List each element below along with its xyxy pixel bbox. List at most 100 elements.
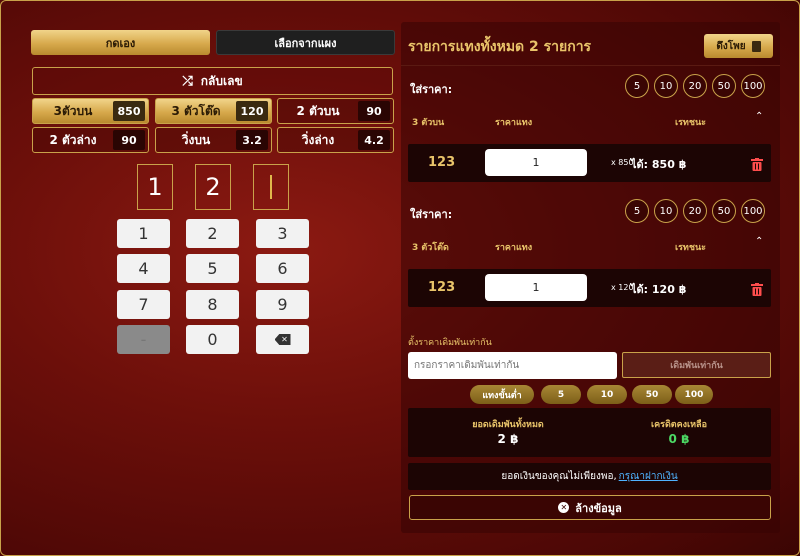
quick-amount-pill[interactable]: 100 [675, 385, 713, 404]
warning-text: ยอดเงินของคุณไม่เพียงพอ, [501, 471, 617, 482]
bet-row: 123 1 x 850 ได้: 850 ฿ [408, 144, 771, 182]
chevron-up-icon[interactable]: ⌃ [755, 236, 763, 247]
bet-type-rate: 4.2 [358, 130, 390, 150]
keypad-key-label: 7 [138, 295, 149, 314]
price-chip-50[interactable]: 50 [712, 74, 736, 98]
keypad-key-label: 4 [138, 259, 149, 278]
price-chip-100[interactable]: 100 [741, 199, 765, 223]
bet-type-rate: 90 [113, 130, 145, 150]
bet-type-label: 3 ตัวโต๊ด [171, 103, 221, 118]
bet-list-panel: รายการแทงทั้งหมด 2 รายการ ดึงโพย ใส่ราคา… [401, 22, 780, 533]
bet-win-amount: ได้: 120 ฿ [631, 283, 687, 296]
keypad-key-label: 6 [277, 259, 288, 278]
digit-box-1[interactable]: 1 [137, 164, 173, 210]
tab-manual[interactable]: กดเอง [31, 30, 210, 55]
bet-type-button[interactable]: 3ตัวบน 850 [32, 98, 149, 124]
price-chip-50[interactable]: 50 [712, 199, 736, 223]
backspace-icon: ✕ [274, 334, 291, 345]
total-bet-value: 2 ฿ [497, 432, 519, 446]
trash-icon[interactable] [751, 156, 763, 171]
keypad-key-label: 0 [207, 330, 218, 349]
same-price-input[interactable] [408, 352, 617, 379]
shuffle-icon: ⤮ [182, 73, 193, 89]
quick-amount-pill[interactable]: 10 [587, 385, 627, 404]
price-label: ใส่ราคา: [410, 83, 453, 96]
keypad-key-label: 9 [277, 295, 288, 314]
quick-amount-pill[interactable]: แทงขั้นต่ำ [470, 385, 534, 404]
bet-type-label: 2 ตัวล่าง [49, 132, 97, 147]
column-price: ราคาแทง [495, 243, 533, 253]
bet-type-heading: 3 ตัวบน [412, 118, 445, 128]
keypad-key-1[interactable]: 1 [117, 219, 170, 248]
keypad-key-label: 2 [207, 224, 218, 243]
price-chip-20[interactable]: 20 [683, 74, 707, 98]
quick-amount-pill[interactable]: 5 [541, 385, 581, 404]
bet-type-heading: 3 ตัวโต๊ด [412, 243, 449, 253]
text-caret [270, 175, 272, 199]
column-win-rate: เรทชนะ [675, 118, 706, 128]
keypad-key-9[interactable]: 9 [256, 290, 309, 319]
column-win-rate: เรทชนะ [675, 243, 706, 253]
price-chip-100[interactable]: 100 [741, 74, 765, 98]
shuffle-button[interactable]: ⤮ กลับเลข [32, 67, 393, 95]
bet-type-rate: 850 [113, 101, 145, 121]
bet-type-label: วิ่งล่าง [301, 132, 335, 147]
keypad-key-4[interactable]: 4 [117, 254, 170, 283]
bet-type-button[interactable]: วิ่งล่าง 4.2 [277, 127, 394, 153]
keypad-key-5[interactable]: 5 [186, 254, 239, 283]
bet-type-button[interactable]: 3 ตัวโต๊ด 120 [155, 98, 272, 124]
bet-type-label: 2 ตัวบน [296, 103, 340, 118]
bet-type-label: 3ตัวบน [53, 103, 93, 118]
bet-amount-input[interactable]: 1 [485, 149, 587, 176]
digit-box-3[interactable] [253, 164, 289, 210]
clear-button[interactable]: ✕ ล้างข้อมูล [409, 495, 771, 520]
keypad-key-7[interactable]: 7 [117, 290, 170, 319]
deposit-link[interactable]: กรุณาฝากเงิน [619, 469, 678, 484]
price-chip-10[interactable]: 10 [654, 74, 678, 98]
credit-value: 0 ฿ [668, 432, 690, 446]
bet-type-button[interactable]: 2 ตัวล่าง 90 [32, 127, 149, 153]
total-bet-label: ยอดเดิมพันทั้งหมด [472, 420, 544, 430]
bet-type-button[interactable]: วิ่งบน 3.2 [155, 127, 272, 153]
same-price-button[interactable]: เดิมพันเท่ากัน [622, 352, 771, 378]
keypad-key-label: 5 [207, 259, 218, 278]
digit-value: 1 [147, 173, 163, 201]
trash-icon[interactable] [751, 281, 763, 296]
chevron-up-icon[interactable]: ⌃ [755, 111, 763, 122]
column-price: ราคาแทง [495, 118, 533, 128]
bet-type-button[interactable]: 2 ตัวบน 90 [277, 98, 394, 124]
backspace-key[interactable]: ✕ [256, 325, 309, 354]
price-chip-5[interactable]: 5 [625, 199, 649, 223]
keypad-key-6[interactable]: 6 [256, 254, 309, 283]
keypad-key-8[interactable]: 8 [186, 290, 239, 319]
keypad-key-label: - [140, 330, 147, 349]
document-icon [751, 40, 761, 52]
keypad-key-label: 1 [138, 224, 149, 243]
clear-icon: ✕ [558, 502, 570, 513]
keypad-key-0[interactable]: 0 [186, 325, 239, 354]
shuffle-label: กลับเลข [200, 73, 243, 88]
balance-warning: ยอดเงินของคุณไม่เพียงพอ, กรุณาฝากเงิน [408, 463, 771, 490]
quick-amount-pill[interactable]: 50 [632, 385, 672, 404]
bet-type-rate: 90 [358, 101, 390, 121]
pull-slip-button[interactable]: ดึงโพย [704, 34, 773, 58]
bet-number: 123 [428, 280, 456, 295]
keypad-key-label: 3 [277, 224, 288, 243]
price-chip-10[interactable]: 10 [654, 199, 678, 223]
price-chip-20[interactable]: 20 [683, 199, 707, 223]
keypad-key-2[interactable]: 2 [186, 219, 239, 248]
totals-box: ยอดเดิมพันทั้งหมด 2 ฿ เครดิตคงเหลือ 0 ฿ [408, 408, 771, 457]
bet-row: 123 1 x 120 ได้: 120 ฿ [408, 269, 771, 307]
bet-type-rate: 120 [236, 101, 268, 121]
bet-amount-input[interactable]: 1 [485, 274, 587, 301]
keypad-key-3[interactable]: 3 [256, 219, 309, 248]
price-label: ใส่ราคา: [410, 208, 453, 221]
credit-label: เครดิตคงเหลือ [651, 420, 707, 430]
bet-win-amount: ได้: 850 ฿ [631, 158, 687, 171]
digit-box-2[interactable]: 2 [195, 164, 231, 210]
tab-from-panel[interactable]: เลือกจากแผง [216, 30, 395, 55]
keypad-key-dash: - [117, 325, 170, 354]
bet-type-rate: 3.2 [236, 130, 268, 150]
price-chip-5[interactable]: 5 [625, 74, 649, 98]
clear-label: ล้างข้อมูล [575, 501, 622, 515]
